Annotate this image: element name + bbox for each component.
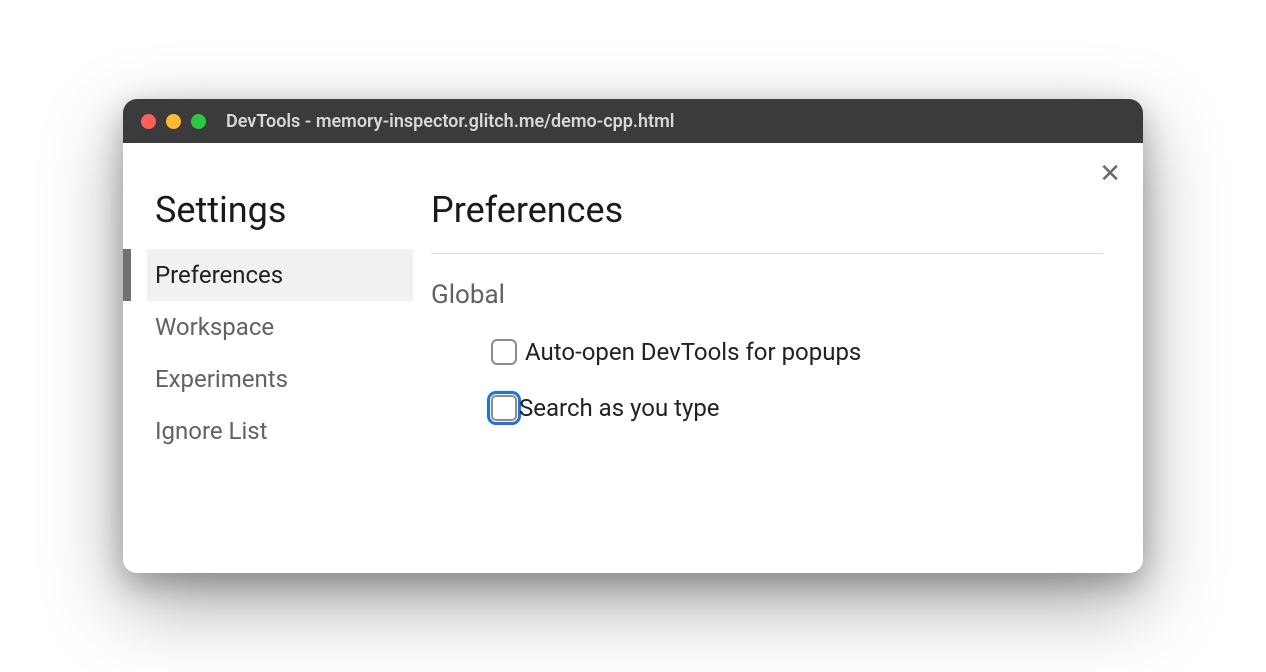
settings-sidebar: Settings Preferences Workspace Experimen… — [123, 143, 413, 573]
option-label: Search as you type — [519, 394, 720, 422]
option-search-as-you-type[interactable]: Search as you type — [491, 394, 1103, 422]
settings-main: Preferences Global Auto-open DevTools fo… — [413, 143, 1143, 573]
devtools-window: DevTools - memory-inspector.glitch.me/de… — [123, 99, 1143, 573]
sidebar-item-experiments[interactable]: Experiments — [147, 353, 413, 405]
sidebar-item-label: Workspace — [155, 313, 274, 341]
sidebar-item-label: Preferences — [155, 261, 283, 289]
title-divider — [431, 253, 1103, 254]
window-title: DevTools - memory-inspector.glitch.me/de… — [226, 111, 674, 132]
sidebar-item-label: Experiments — [155, 365, 288, 393]
options-list: Auto-open DevTools for popups Search as … — [431, 338, 1103, 422]
sidebar-title: Settings — [147, 189, 413, 231]
checkbox-icon[interactable] — [491, 395, 517, 421]
close-icon[interactable]: ✕ — [1099, 161, 1121, 187]
page-title: Preferences — [431, 189, 1103, 231]
sidebar-item-label: Ignore List — [155, 417, 268, 445]
window-close-button[interactable] — [141, 114, 156, 129]
option-label: Auto-open DevTools for popups — [525, 338, 861, 366]
traffic-lights — [141, 114, 206, 129]
option-auto-open-devtools[interactable]: Auto-open DevTools for popups — [491, 338, 1103, 366]
sidebar-item-ignore-list[interactable]: Ignore List — [147, 405, 413, 457]
checkbox-icon[interactable] — [491, 339, 517, 365]
sidebar-item-workspace[interactable]: Workspace — [147, 301, 413, 353]
window-minimize-button[interactable] — [166, 114, 181, 129]
window-maximize-button[interactable] — [191, 114, 206, 129]
settings-content: ✕ Settings Preferences Workspace Experim… — [123, 143, 1143, 573]
sidebar-item-preferences[interactable]: Preferences — [147, 249, 413, 301]
section-title: Global — [431, 280, 1103, 310]
window-titlebar: DevTools - memory-inspector.glitch.me/de… — [123, 99, 1143, 143]
